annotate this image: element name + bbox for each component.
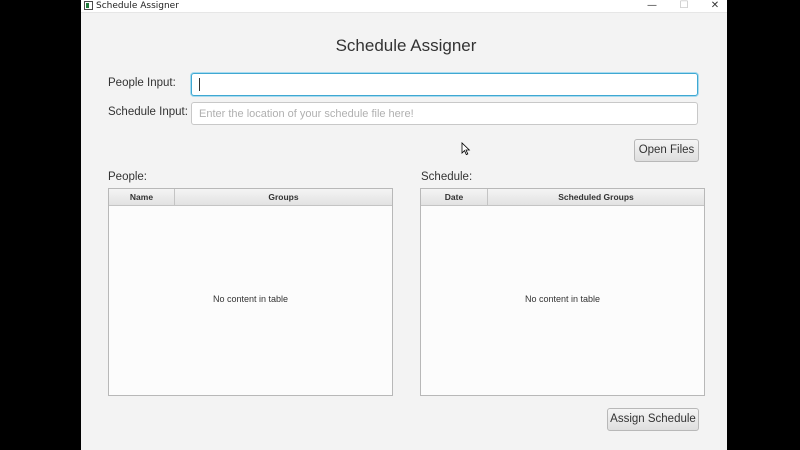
open-files-button[interactable]: Open Files <box>634 139 699 162</box>
column-header-groups[interactable]: Groups <box>175 189 392 205</box>
schedule-table-header: Date Scheduled Groups <box>421 189 704 206</box>
close-button[interactable]: ✕ <box>700 0 727 12</box>
app-icon <box>84 1 93 10</box>
schedule-table[interactable]: Date Scheduled Groups No content in tabl… <box>420 188 705 396</box>
people-input-label: People Input: <box>108 77 176 89</box>
page-title: Schedule Assigner <box>335 36 477 55</box>
minimize-button[interactable]: — <box>637 0 667 12</box>
people-table[interactable]: Name Groups No content in table <box>108 188 393 396</box>
column-header-scheduled-groups[interactable]: Scheduled Groups <box>488 189 704 205</box>
people-table-label: People: <box>108 171 148 183</box>
mouse-cursor-icon <box>461 142 471 156</box>
title-bar[interactable]: Schedule Assigner — ☐ ✕ <box>81 0 727 13</box>
maximize-button[interactable]: ☐ <box>669 0 699 12</box>
people-input-field[interactable] <box>191 73 698 96</box>
app-window: Schedule Assigner — ☐ ✕ Schedule Assigne… <box>81 0 727 450</box>
column-header-date[interactable]: Date <box>421 189 488 205</box>
assign-schedule-button[interactable]: Assign Schedule <box>607 408 699 431</box>
window-title: Schedule Assigner <box>96 1 179 11</box>
schedule-table-empty-message: No content in table <box>524 294 601 304</box>
people-table-header: Name Groups <box>109 189 392 206</box>
text-caret <box>199 78 200 91</box>
column-header-name[interactable]: Name <box>109 189 175 205</box>
schedule-table-label: Schedule: <box>421 171 473 183</box>
schedule-input-field[interactable] <box>191 102 698 125</box>
schedule-input-label: Schedule Input: <box>108 106 188 118</box>
people-table-empty-message: No content in table <box>212 294 289 304</box>
